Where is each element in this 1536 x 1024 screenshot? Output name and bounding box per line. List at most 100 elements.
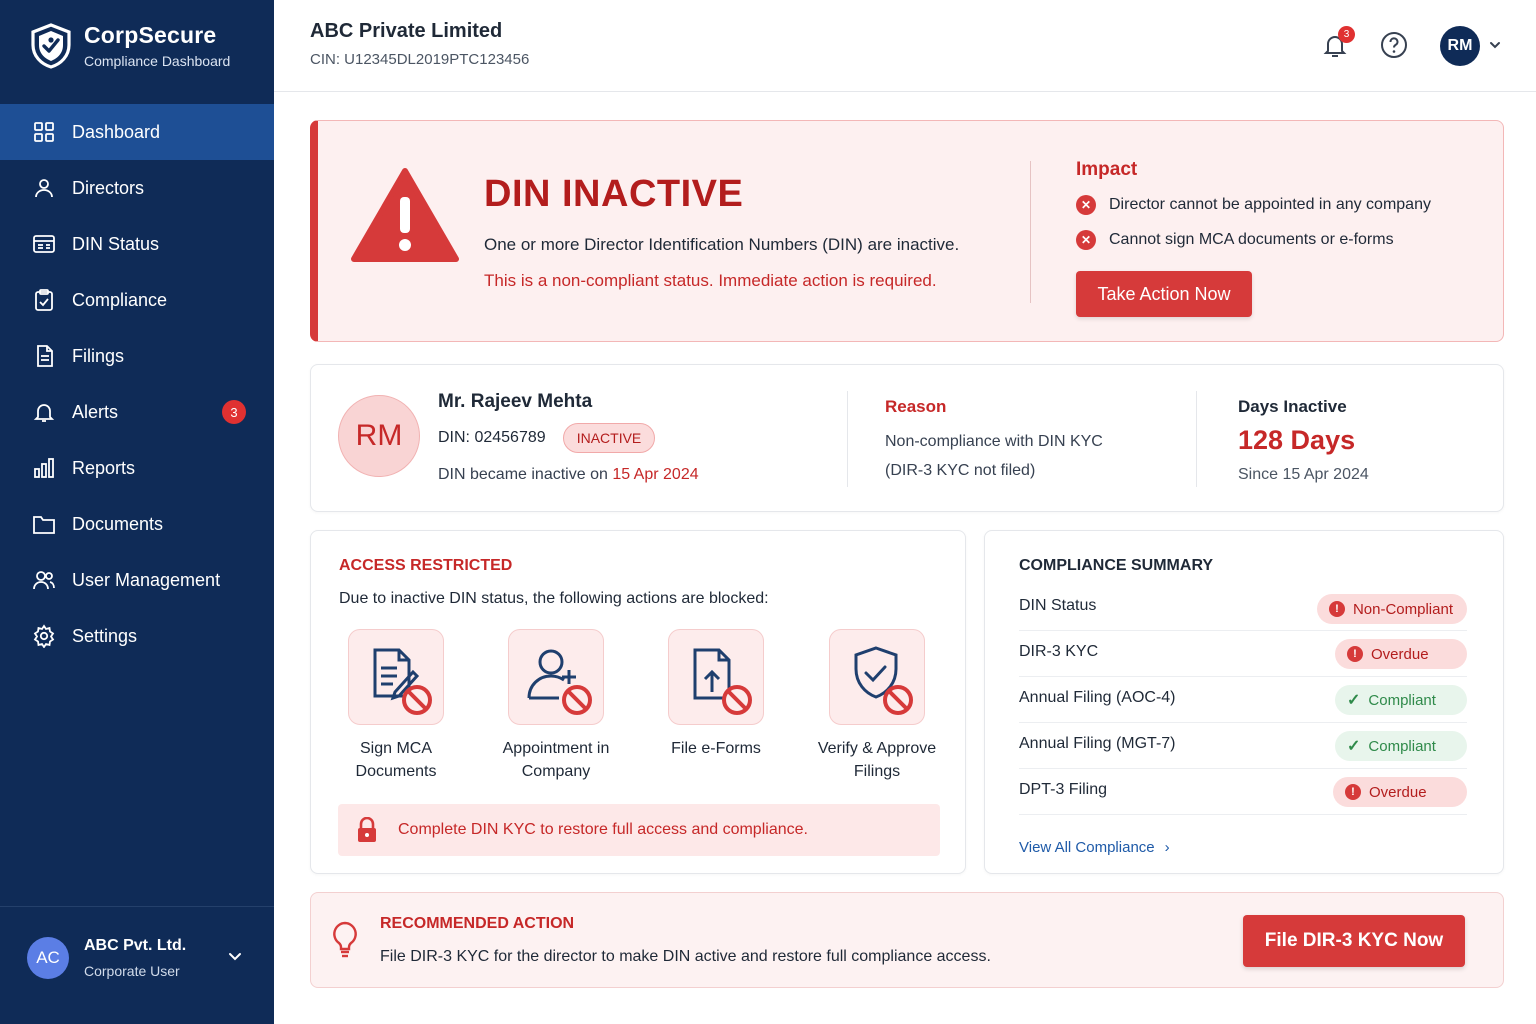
alert-description: One or more Director Identification Numb… — [484, 235, 960, 254]
divider — [1196, 391, 1197, 487]
close-circle-icon: ✕ — [1076, 195, 1096, 215]
compliance-row: DPT-3 Filing ! Overdue — [1019, 769, 1467, 815]
inactive-since: DIN became inactive on 15 Apr 2024 — [438, 466, 699, 484]
director-name: Mr. Rajeev Mehta — [438, 391, 593, 412]
status-pill: ✓ Compliant — [1335, 731, 1467, 761]
inactive-since-date: 15 Apr 2024 — [612, 466, 699, 483]
sidebar-item-label: DIN Status — [72, 233, 160, 254]
sidebar: CorpSecure Compliance Dashboard Dashboar… — [0, 0, 274, 1024]
blocked-action-label: File e-Forms — [671, 740, 761, 757]
bell-icon — [32, 400, 56, 424]
sidebar-item-directors[interactable]: Directors — [0, 160, 274, 216]
status-badge: INACTIVE — [563, 423, 655, 453]
bar-chart-icon — [32, 456, 56, 480]
restore-access-note: Complete DIN KYC to restore full access … — [338, 804, 940, 856]
days-inactive-title: Days Inactive — [1238, 397, 1347, 416]
blocked-action-sign-documents: Sign MCA Documents — [326, 629, 466, 783]
blocked-action-label: Appointment in Company — [502, 740, 610, 780]
sidebar-item-user-management[interactable]: User Management — [0, 552, 274, 608]
status-pill: ! Non-Compliant — [1316, 594, 1467, 624]
chevron-down-icon[interactable] — [1488, 38, 1502, 52]
blocked-action-label: Sign MCA Documents — [355, 740, 437, 780]
take-action-button[interactable]: Take Action Now — [1076, 271, 1252, 317]
sidebar-nav: Dashboard Directors DIN Status Complianc… — [0, 104, 274, 664]
director-card: RM Mr. Rajeev Mehta DIN: 02456789 INACTI… — [310, 364, 1504, 512]
inactive-since-prefix: DIN became inactive on — [438, 466, 613, 483]
org-role: Corporate User — [84, 963, 180, 979]
reason-text: (DIR-3 KYC not filed) — [885, 462, 1036, 479]
sign-document-blocked-icon — [348, 629, 444, 725]
din-inactive-alert: DIN INACTIVE One or more Director Identi… — [310, 120, 1504, 342]
compliance-row: Annual Filing (MGT-7) ✓ Compliant — [1019, 723, 1467, 769]
org-avatar: AC — [27, 937, 69, 979]
blocked-action-appointment: Appointment in Company — [486, 629, 626, 783]
compliance-row: DIR-3 KYC ! Overdue — [1019, 631, 1467, 677]
file-dir3-kyc-button[interactable]: File DIR-3 KYC Now — [1243, 915, 1465, 967]
view-all-compliance-link[interactable]: View All Compliance › — [1019, 839, 1170, 856]
top-header: ABC Private Limited CIN: U12345DL2019PTC… — [274, 0, 1536, 92]
access-subtitle: Due to inactive DIN status, the followin… — [339, 590, 769, 607]
recommended-action-card: RECOMMENDED ACTION File DIR-3 KYC for th… — [310, 892, 1504, 988]
status-pill: ! Overdue — [1333, 777, 1467, 807]
account-switcher[interactable]: AC ABC Pvt. Ltd. Corporate User — [0, 906, 274, 1024]
access-title: ACCESS RESTRICTED — [339, 557, 513, 574]
sidebar-item-label: Documents — [72, 513, 164, 534]
app-subtitle: Compliance Dashboard — [84, 53, 231, 69]
user-avatar[interactable]: RM — [1440, 26, 1480, 66]
users-icon — [32, 568, 56, 592]
compliance-row: Annual Filing (AOC-4) ✓ Compliant — [1019, 677, 1467, 723]
impact-item: ✕ Cannot sign MCA documents or e-forms — [1076, 230, 1394, 250]
compliance-row-label: Annual Filing (MGT-7) — [1019, 735, 1176, 752]
impact-item: ✕ Director cannot be appointed in any co… — [1076, 195, 1431, 215]
chevron-down-icon[interactable] — [226, 947, 244, 965]
sidebar-item-alerts[interactable]: Alerts 3 — [0, 384, 274, 440]
warning-triangle-icon — [351, 168, 459, 262]
compliance-title: COMPLIANCE SUMMARY — [1019, 557, 1214, 574]
blocked-action-label: Verify & Approve Filings — [817, 740, 937, 780]
status-pill-text: Compliant — [1368, 691, 1436, 709]
sidebar-item-documents[interactable]: Documents — [0, 496, 274, 552]
company-name: ABC Private Limited — [310, 20, 503, 42]
divider — [847, 391, 848, 487]
compliance-row-label: Annual Filing (AOC-4) — [1019, 689, 1176, 706]
impact-text: Cannot sign MCA documents or e-forms — [1109, 231, 1394, 248]
sidebar-item-compliance[interactable]: Compliance — [0, 272, 274, 328]
sidebar-item-label: Compliance — [72, 289, 168, 310]
status-pill: ✓ Compliant — [1335, 685, 1467, 715]
compliance-summary-card: COMPLIANCE SUMMARY DIN Status ! Non-Compl… — [984, 530, 1504, 874]
notification-badge: 3 — [1338, 26, 1355, 43]
status-pill: ! Overdue — [1335, 639, 1467, 669]
app-name: CorpSecure — [84, 22, 217, 48]
blocked-action-file-eforms: File e-Forms — [646, 629, 786, 760]
impact-text: Director cannot be appointed in any comp… — [1109, 196, 1431, 213]
check-icon: ✓ — [1347, 738, 1361, 755]
sidebar-item-label: Dashboard — [72, 121, 161, 142]
view-all-compliance-text: View All Compliance — [1019, 839, 1155, 856]
sidebar-item-din-status[interactable]: DIN Status — [0, 216, 274, 272]
sidebar-item-label: Reports — [72, 457, 136, 478]
divider — [1030, 161, 1031, 303]
help-icon[interactable] — [1380, 31, 1408, 59]
sidebar-item-dashboard[interactable]: Dashboard — [0, 104, 274, 160]
compliance-row-label: DIN Status — [1019, 597, 1097, 614]
alert-circle-icon: ! — [1347, 646, 1363, 662]
gear-icon — [32, 624, 56, 648]
brand[interactable]: CorpSecure Compliance Dashboard — [30, 22, 230, 69]
grid-icon — [32, 120, 56, 144]
chevron-right-icon: › — [1164, 839, 1170, 856]
user-icon — [32, 176, 56, 200]
director-avatar: RM — [338, 395, 420, 477]
compliance-row-label: DPT-3 Filing — [1019, 781, 1108, 798]
sidebar-item-reports[interactable]: Reports — [0, 440, 274, 496]
sidebar-item-label: User Management — [72, 569, 221, 590]
sidebar-item-filings[interactable]: Filings — [0, 328, 274, 384]
org-name: ABC Pvt. Ltd. — [84, 937, 187, 954]
lock-icon — [358, 817, 376, 842]
alert-title: DIN INACTIVE — [484, 173, 744, 215]
sidebar-item-label: Settings — [72, 625, 138, 646]
recommended-description: File DIR-3 KYC for the director to make … — [380, 948, 991, 965]
sidebar-item-settings[interactable]: Settings — [0, 608, 274, 664]
shield-check-blocked-icon — [829, 629, 925, 725]
status-pill-text: Non-Compliant — [1352, 600, 1453, 618]
document-icon — [32, 344, 56, 368]
